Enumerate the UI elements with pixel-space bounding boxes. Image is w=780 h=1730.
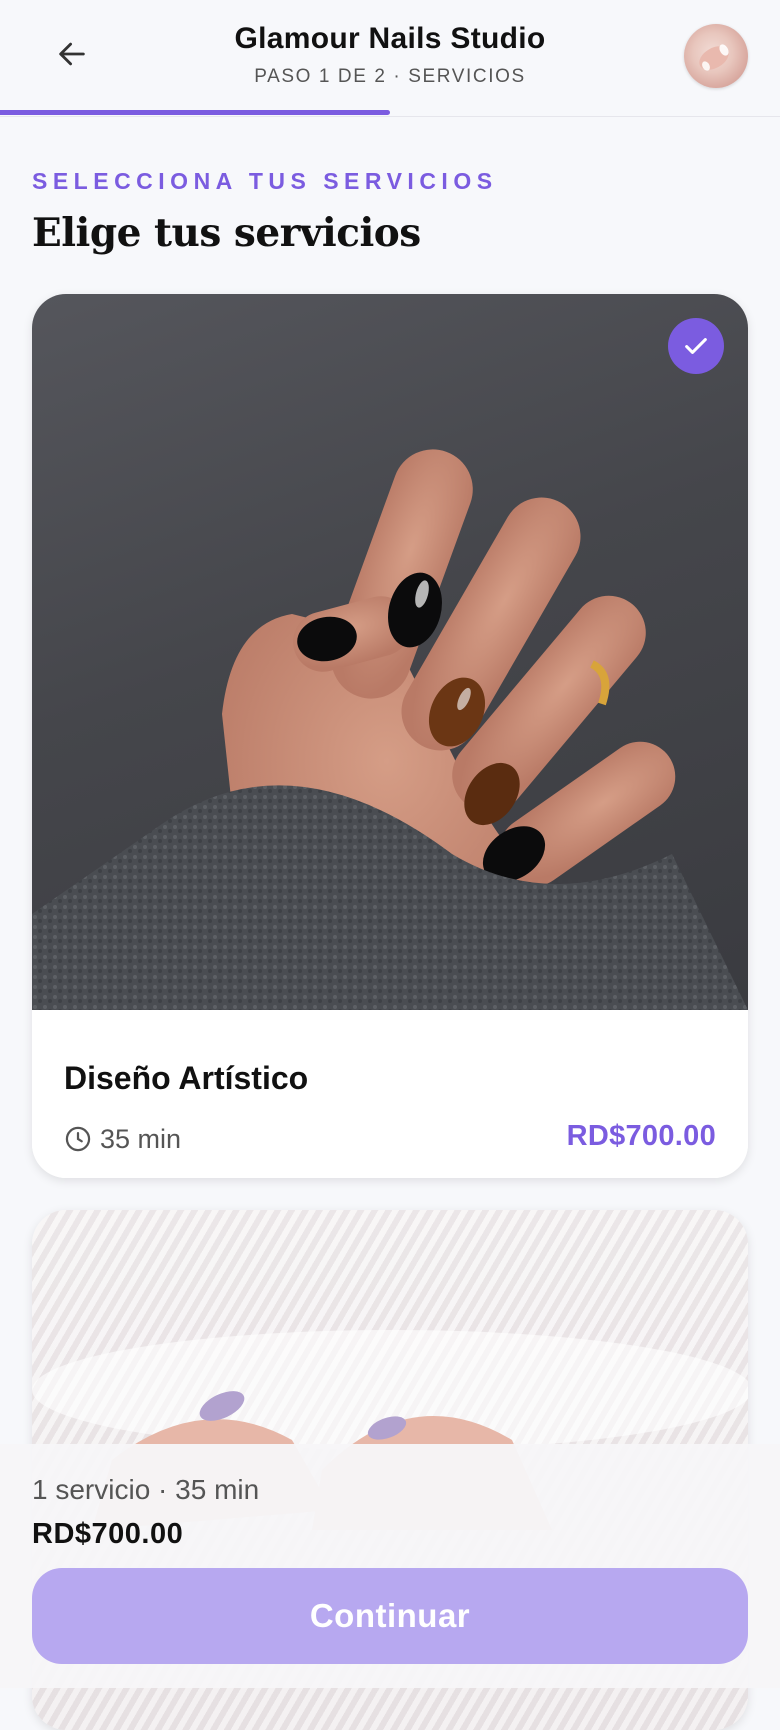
continue-button[interactable]: Continuar [32,1568,748,1664]
step-indicator: PASO 1 DE 2 · SERVICIOS [254,66,526,87]
service-duration: 35 min [64,1122,181,1156]
nails-photo-icon [699,44,729,71]
selected-check-badge[interactable] [668,318,724,374]
booking-summary-footer: 1 servicio · 35 min RD$700.00 Continuar [0,1444,780,1688]
total-price: RD$700.00 [32,1518,184,1550]
checkmark-icon [685,338,707,354]
studio-avatar[interactable] [684,24,748,88]
service-details: Diseño Artístico 35 min RD$700.00 [32,1010,748,1178]
service-name: Diseño Artístico [64,1060,309,1096]
selection-summary: 1 servicio · 35 min [32,1474,260,1505]
service-card-diseno-artistico[interactable]: Diseño Artístico 35 min RD$700.00 [32,294,748,1178]
step-progress-fill [0,110,390,115]
top-app-bar: Glamour Nails Studio PASO 1 DE 2 · SERVI… [0,0,780,117]
section-eyebrow: SELECCIONA TUS SERVICIOS [32,168,498,194]
manicure-photo-illustration [32,449,748,1010]
service-photo [32,294,748,1010]
clock-icon [65,1126,91,1152]
studio-title: Glamour Nails Studio [234,22,546,55]
service-price: RD$700.00 [566,1120,716,1152]
section-heading: Elige tus servicios [32,210,421,256]
service-duration-label: 35 min [100,1123,182,1154]
step-progress-bar [0,110,780,115]
